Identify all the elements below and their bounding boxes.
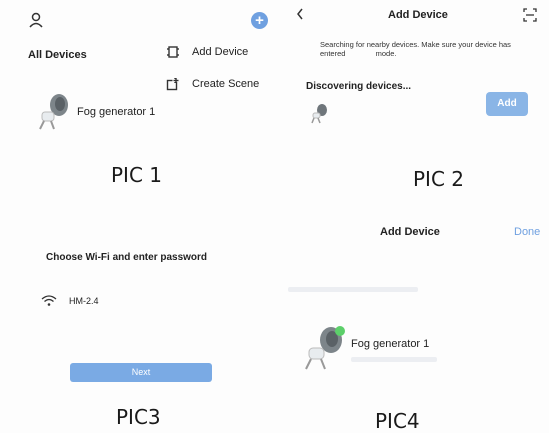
search-hint-mode: mode. xyxy=(375,49,397,58)
menu-add-device[interactable]: Add Device xyxy=(166,45,276,61)
plus-icon[interactable]: + xyxy=(251,12,268,29)
blurred-text: ​ xyxy=(348,49,374,58)
back-chevron-icon[interactable] xyxy=(296,8,304,20)
wifi-row[interactable]: HM-2.4 xyxy=(41,294,181,308)
wifi-name: HM-2.4 xyxy=(69,296,99,306)
all-devices-label: All Devices xyxy=(28,49,87,61)
pic1-caption: PIC 1 xyxy=(111,163,163,187)
pic2-caption: PIC 2 xyxy=(413,167,465,191)
scan-icon[interactable] xyxy=(523,8,537,22)
create-scene-icon xyxy=(166,78,179,91)
wifi-icon xyxy=(41,295,57,306)
person-icon[interactable] xyxy=(29,12,43,28)
blurred-text xyxy=(351,357,437,362)
device-name: Fog generator 1 xyxy=(351,338,430,350)
pic4-title: Add Device xyxy=(380,226,440,238)
add-button[interactable]: Add xyxy=(486,92,528,116)
device-image xyxy=(305,326,345,370)
device-image xyxy=(39,94,68,130)
search-hint-entered: entered xyxy=(320,49,346,58)
found-device-row[interactable]: Fog generator 1 xyxy=(299,324,499,374)
pic4-caption: PIC4 xyxy=(375,409,420,433)
search-hint-line2: entered ​ mode. xyxy=(320,49,540,58)
search-hint: Searching for nearby devices. Make sure … xyxy=(320,40,540,58)
device-row[interactable]: Fog generator 1 xyxy=(34,92,174,132)
add-device-icon xyxy=(167,46,179,58)
discovering-label: Discovering devices... xyxy=(306,81,412,92)
pic3-caption: PIC3 xyxy=(116,405,161,429)
create-scene-label: Create Scene xyxy=(192,78,260,90)
pic2-title: Add Device xyxy=(388,9,448,21)
menu-create-scene[interactable]: Create Scene xyxy=(166,77,276,93)
device-image xyxy=(311,104,327,124)
done-button[interactable]: Done xyxy=(514,226,540,238)
blurred-text xyxy=(288,287,418,292)
next-button[interactable]: Next xyxy=(70,363,212,382)
wifi-heading: Choose Wi-Fi and enter password xyxy=(46,252,208,263)
device-name: Fog generator 1 xyxy=(77,106,156,118)
search-hint-line1: Searching for nearby devices. Make sure … xyxy=(320,40,511,49)
add-device-label: Add Device xyxy=(192,46,249,58)
